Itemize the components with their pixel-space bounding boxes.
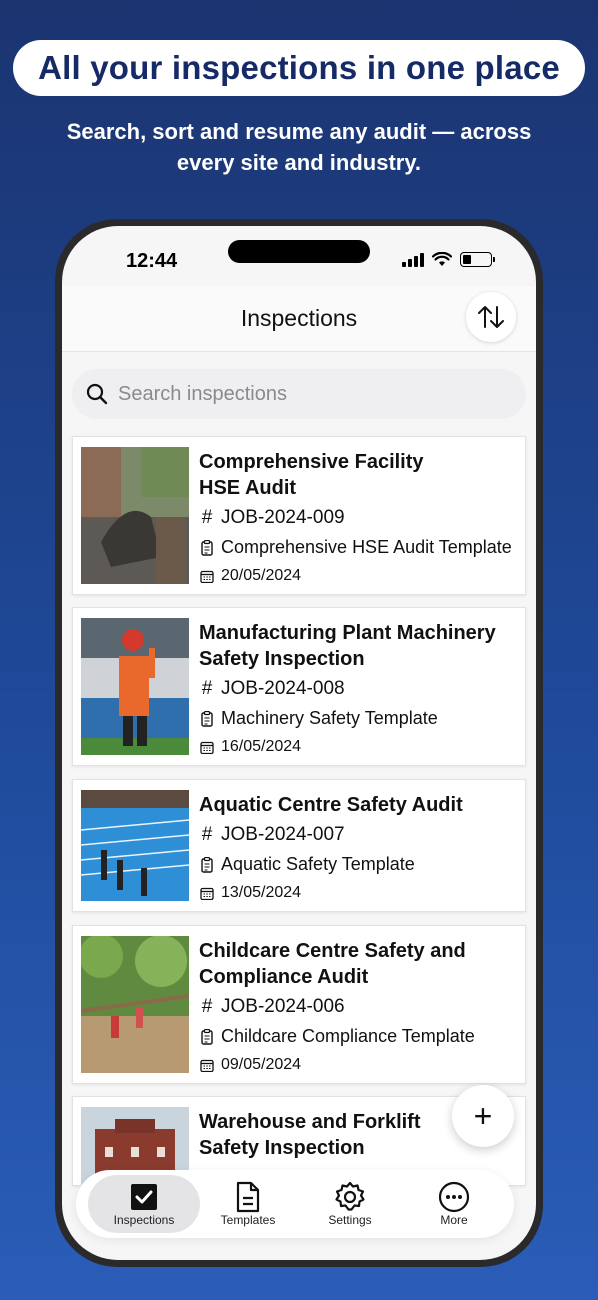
clipboard-icon	[199, 1028, 215, 1045]
inspection-thumbnail	[81, 790, 189, 901]
hash-icon: #	[201, 824, 213, 845]
document-icon	[235, 1181, 261, 1213]
search-bar[interactable]	[72, 369, 526, 419]
inspection-date-text: 20/05/2024	[221, 567, 302, 584]
template-name: Machinery Safety Template	[199, 708, 438, 729]
inspection-thumbnail	[81, 447, 189, 584]
clipboard-icon	[199, 856, 215, 873]
job-number-text: JOB-2024-009	[221, 507, 345, 528]
job-number: # JOB-2024-007	[199, 824, 345, 846]
tab-label: Settings	[328, 1213, 372, 1227]
hash-icon: #	[201, 996, 213, 1017]
job-number-text: JOB-2024-007	[221, 824, 345, 845]
inspection-card[interactable]: Aquatic Centre Safety Audit # JOB-2024-0…	[72, 779, 526, 912]
job-number: # JOB-2024-006	[199, 996, 345, 1018]
tab-label: Templates	[220, 1213, 276, 1227]
template-name: Comprehensive HSE Audit Template	[199, 537, 512, 558]
job-number-text: JOB-2024-008	[221, 678, 345, 699]
app-screen: 12:44 Inspections Search inspections Com…	[62, 226, 536, 1260]
inspection-date-text: 09/05/2024	[221, 1056, 302, 1073]
inspection-title: Manufacturing Plant Machinery Safety Ins…	[199, 622, 496, 670]
promo-headline: All your inspections in one place	[13, 40, 585, 96]
hash-icon: #	[201, 678, 213, 699]
inspection-date: 13/05/2024	[199, 884, 301, 902]
inspection-thumbnail	[81, 618, 189, 755]
inspection-date: 20/05/2024	[199, 567, 301, 585]
tab-bar: Inspections Templates Settings More	[76, 1170, 514, 1238]
promo-subheadline: Search, sort and resume any audit — acro…	[66, 119, 532, 175]
inspection-date-text: 13/05/2024	[221, 884, 302, 901]
job-number: # JOB-2024-008	[199, 678, 345, 700]
calendar-icon	[199, 1059, 215, 1072]
search-input[interactable]	[118, 382, 498, 406]
calendar-icon	[199, 741, 215, 754]
clipboard-icon	[199, 710, 215, 727]
sort-arrows-icon	[478, 306, 504, 328]
inspection-card[interactable]: Manufacturing Plant Machinery Safety Ins…	[72, 607, 526, 766]
template-name-text: Childcare Compliance Template	[221, 1026, 475, 1046]
template-name-text: Aquatic Safety Template	[221, 854, 415, 874]
tab-label: More	[440, 1213, 468, 1227]
inspection-title: Comprehensive Facility HSE Audit	[199, 451, 424, 499]
calendar-icon	[199, 887, 215, 900]
inspection-date: 09/05/2024	[199, 1056, 301, 1074]
nav-bar: Inspections	[62, 286, 536, 352]
gear-icon	[334, 1181, 366, 1213]
clipboard-icon	[199, 539, 215, 556]
battery-icon	[460, 252, 495, 267]
job-number-text: JOB-2024-006	[221, 996, 345, 1017]
dynamic-island	[228, 240, 370, 263]
inspection-title: Childcare Centre Safety and Compliance A…	[199, 940, 466, 988]
inspection-date-text: 16/05/2024	[221, 738, 302, 755]
inspection-title: Aquatic Centre Safety Audit	[199, 794, 463, 816]
checkbox-icon	[129, 1181, 159, 1213]
tab-templates[interactable]: Templates	[202, 1175, 294, 1233]
template-name: Childcare Compliance Template	[199, 1026, 475, 1047]
add-inspection-button[interactable]: +	[452, 1085, 514, 1147]
calendar-icon	[199, 570, 215, 583]
inspection-card[interactable]: Comprehensive Facility HSE Audit # JOB-2…	[72, 436, 526, 595]
status-icons	[402, 252, 495, 267]
cellular-signal-icon	[402, 252, 424, 267]
inspection-date: 16/05/2024	[199, 738, 301, 756]
wifi-icon	[432, 252, 452, 266]
tab-settings[interactable]: Settings	[304, 1175, 396, 1233]
inspection-title: Warehouse and Forklift Safety Inspection	[199, 1111, 421, 1159]
template-name-text: Machinery Safety Template	[221, 708, 438, 728]
promo-headline-text: All your inspections in one place	[38, 49, 560, 86]
status-time: 12:44	[126, 250, 178, 272]
tab-inspections[interactable]: Inspections	[88, 1175, 200, 1233]
search-icon	[86, 383, 108, 405]
template-name-text: Comprehensive HSE Audit Template	[221, 537, 512, 557]
status-bar: 12:44	[62, 226, 536, 286]
sort-button[interactable]	[466, 292, 516, 342]
more-dots-icon	[438, 1181, 470, 1213]
page-title: Inspections	[240, 305, 358, 331]
tab-label: Inspections	[113, 1213, 175, 1227]
tab-more[interactable]: More	[408, 1175, 500, 1233]
hash-icon: #	[201, 507, 213, 528]
plus-icon: +	[473, 1097, 493, 1134]
job-number: # JOB-2024-009	[199, 507, 345, 529]
template-name: Aquatic Safety Template	[199, 854, 415, 875]
inspection-card[interactable]: Childcare Centre Safety and Compliance A…	[72, 925, 526, 1084]
inspection-thumbnail	[81, 936, 189, 1073]
